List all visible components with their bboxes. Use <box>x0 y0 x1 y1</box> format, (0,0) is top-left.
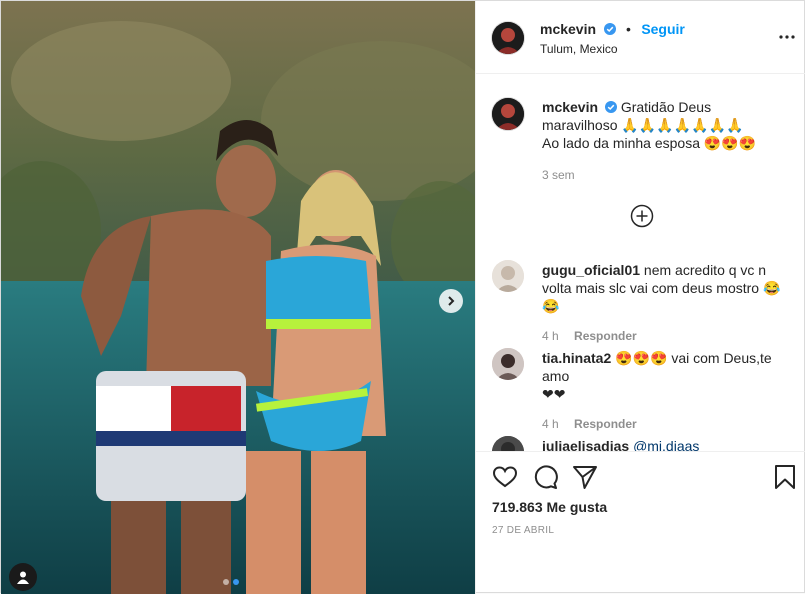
comment-username[interactable]: gugu_oficial01 <box>542 262 640 278</box>
heart-icon[interactable] <box>492 464 518 490</box>
post-dialog: mckevin • Seguir Tulum, Mexico mckevin G… <box>0 0 805 594</box>
paper-plane-icon[interactable] <box>572 464 598 490</box>
photo-illustration <box>1 1 475 594</box>
carousel-dot-active <box>233 579 239 585</box>
verified-badge-icon <box>603 23 616 35</box>
post-location[interactable]: Tulum, Mexico <box>540 42 618 56</box>
comment-item: gugu_oficial01 nem acredito q vc n volta… <box>542 261 792 345</box>
comment-username[interactable]: juliaelisadias <box>542 438 629 451</box>
avatar-image <box>492 98 524 130</box>
caption-text-line3: Ao lado da minha esposa 😍😍😍 <box>542 135 757 151</box>
more-dots-icon[interactable] <box>779 29 795 45</box>
plus-circle-icon[interactable] <box>630 204 654 228</box>
comment-avatar[interactable] <box>492 436 524 451</box>
comment-avatar[interactable] <box>492 348 524 380</box>
comment-time[interactable]: 4 h <box>542 329 559 343</box>
avatar-image <box>492 348 524 380</box>
post-actions: 719.863 Me gusta 27 DE ABRIL <box>476 451 805 594</box>
verified-badge-icon <box>604 101 617 113</box>
comment-meta: 4 h Responder <box>542 327 792 345</box>
likes-count[interactable]: 719.863 Me gusta <box>492 499 607 515</box>
chevron-right-icon <box>448 296 455 306</box>
comment-username[interactable]: tia.hinata2 <box>542 350 611 366</box>
user-tag-button[interactable] <box>9 563 37 591</box>
carousel-dot <box>223 579 229 585</box>
header-separator: • <box>625 21 631 37</box>
post-date[interactable]: 27 DE ABRIL <box>492 525 554 536</box>
next-photo-button[interactable] <box>439 289 463 313</box>
caption-text-line2: maravilhoso 🙏🙏🙏🙏🙏🙏🙏 <box>542 117 744 133</box>
comments-list[interactable]: mckevin Gratidão Deus maravilhoso 🙏🙏🙏🙏🙏🙏… <box>476 74 805 451</box>
header-title-row: mckevin • Seguir <box>540 21 685 39</box>
comment-avatar[interactable] <box>492 260 524 292</box>
avatar[interactable] <box>492 22 524 54</box>
comment-meta: 4 h Responder <box>542 415 792 433</box>
avatar-image <box>492 260 524 292</box>
caption-avatar[interactable] <box>492 98 524 130</box>
comment-item: tia.hinata2 😍😍😍 vai com Deus,te amo ❤❤ 4… <box>542 349 792 433</box>
comment-item: juliaelisadias @mi.diaas <box>542 437 792 451</box>
post-side-panel: mckevin • Seguir Tulum, Mexico mckevin G… <box>475 1 805 594</box>
comment-text: nem acredito q vc n <box>643 262 767 278</box>
comment-text-cont: volta mais slc vai com deus mostro 😂😂 <box>542 280 781 314</box>
caption-username[interactable]: mckevin <box>542 99 598 115</box>
header-username[interactable]: mckevin <box>540 21 596 37</box>
post-header: mckevin • Seguir Tulum, Mexico <box>476 1 805 74</box>
avatar-image <box>492 436 524 451</box>
avatar-image <box>492 22 524 54</box>
mention-link[interactable]: @mi.diaas <box>633 438 699 451</box>
comment-text-cont: ❤❤ <box>542 386 566 402</box>
user-tag-icon <box>17 571 29 584</box>
caption-text-line1: Gratidão Deus <box>620 99 712 115</box>
post-photo[interactable] <box>1 1 475 594</box>
comment-icon[interactable] <box>532 464 558 490</box>
follow-button[interactable]: Seguir <box>641 21 685 37</box>
caption: mckevin Gratidão Deus maravilhoso 🙏🙏🙏🙏🙏🙏… <box>542 98 792 184</box>
carousel-indicator <box>223 579 239 585</box>
bookmark-icon[interactable] <box>772 464 798 490</box>
comment-time[interactable]: 4 h <box>542 417 559 431</box>
reply-button[interactable]: Responder <box>574 417 637 431</box>
caption-time[interactable]: 3 sem <box>542 166 792 184</box>
reply-button[interactable]: Responder <box>574 329 637 343</box>
